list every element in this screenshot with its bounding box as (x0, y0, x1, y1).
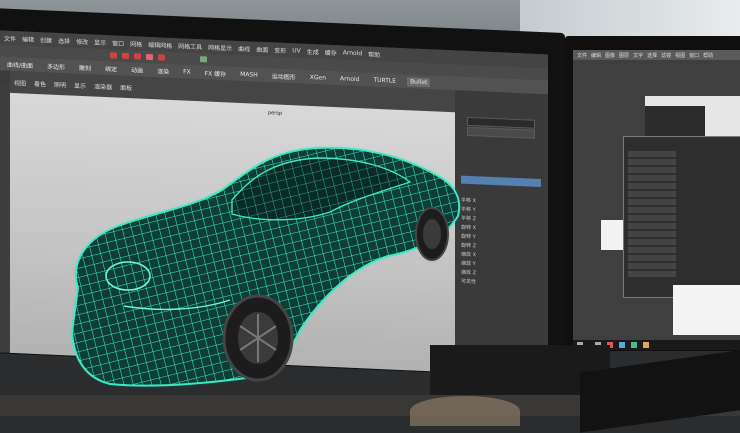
hand (410, 396, 520, 426)
taskbar-icon[interactable] (619, 342, 625, 348)
photo-scene: 文件 编辑 创建 选择 修改 显示 窗口 网格 编辑网格 网格工具 网格显示 曲线 曲面 变形 UV 生成 缓存… (0, 0, 740, 433)
right-menu-item-5[interactable]: 选择 (647, 52, 657, 59)
canvas-thumbnail (601, 220, 623, 250)
right-menu-item-0[interactable]: 文件 (577, 52, 587, 59)
taskbar-icon[interactable] (643, 342, 649, 348)
right-screen: 文件 编辑 图像 图层 文字 选择 滤镜 视图 窗口 帮助 (573, 50, 740, 350)
properties-panel (673, 285, 740, 335)
right-menu-item-8[interactable]: 窗口 (689, 52, 699, 59)
right-menu-item-1[interactable]: 编辑 (591, 52, 601, 59)
right-menu-item-7[interactable]: 视图 (675, 52, 685, 59)
right-menubar: 文件 编辑 图像 图层 文字 选择 滤镜 视图 窗口 帮助 (573, 50, 740, 60)
right-menu-item-6[interactable]: 滤镜 (661, 52, 671, 59)
right-menu-item-9[interactable]: 帮助 (703, 52, 713, 59)
right-menu-item-2[interactable]: 图像 (605, 52, 615, 59)
rear-rim (423, 219, 441, 249)
taskbar-icon[interactable] (631, 342, 637, 348)
outliner-window[interactable] (623, 136, 740, 298)
right-menu-item-3[interactable]: 图层 (619, 52, 629, 59)
right-menu-item-4[interactable]: 文字 (633, 52, 643, 59)
right-monitor: 文件 编辑 图像 图层 文字 选择 滤镜 视图 窗口 帮助 (565, 36, 740, 351)
outliner-tree (628, 151, 676, 279)
